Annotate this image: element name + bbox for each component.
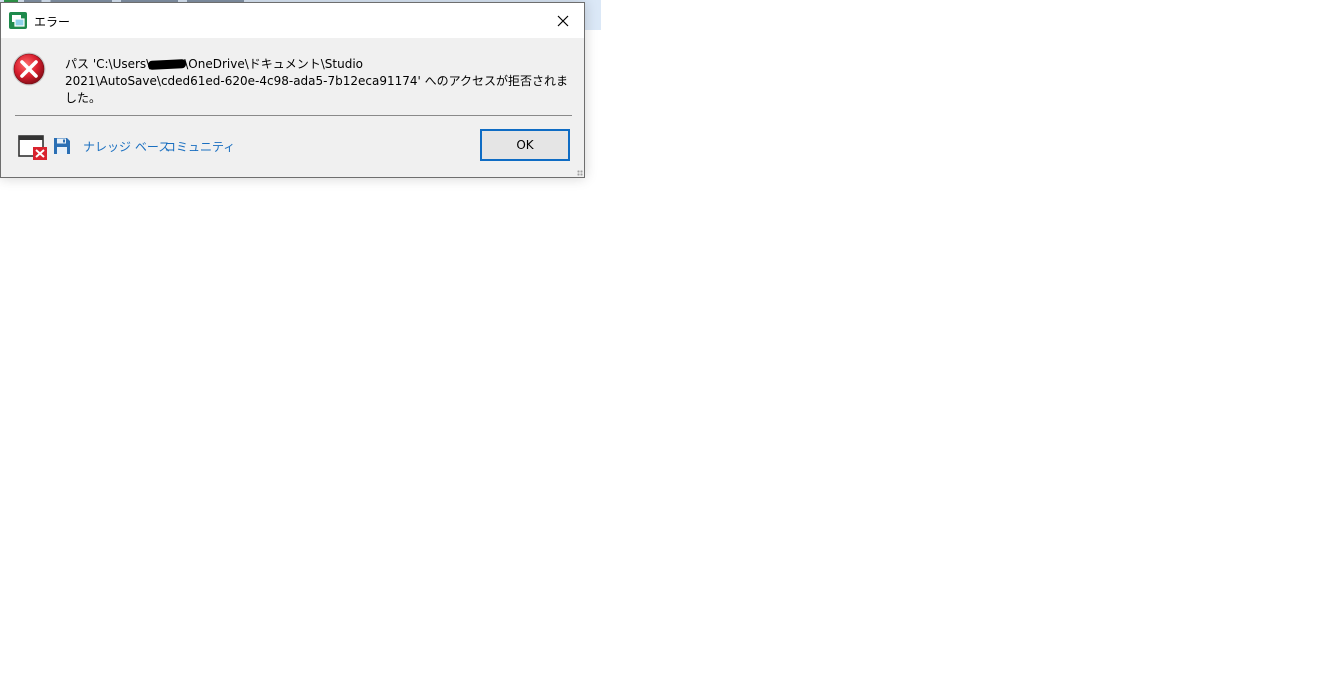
error-message: パス 'C:\Users\ \OneDrive\ドキュメント\Studio 202…: [65, 56, 575, 107]
window-close-icon[interactable]: [18, 134, 48, 161]
community-link[interactable]: コミュニティ: [164, 138, 235, 155]
dialog-title: エラー: [34, 15, 71, 29]
close-button[interactable]: [542, 3, 584, 38]
error-icon: [12, 52, 46, 86]
redacted-username: [148, 59, 187, 70]
ok-button[interactable]: OK: [480, 129, 570, 161]
title-bar[interactable]: エラー: [1, 3, 584, 38]
knowledge-base-link[interactable]: ナレッジ ベース: [83, 138, 170, 155]
message-part1: パス 'C:\Users\: [65, 57, 151, 71]
resize-grip[interactable]: [577, 170, 583, 176]
separator: [15, 115, 572, 116]
save-icon[interactable]: [53, 137, 71, 155]
close-icon: [557, 15, 569, 26]
app-icon: [9, 12, 27, 29]
error-dialog: エラー パス 'C:\Users\ \OneDrive\ドキュメント\Studio…: [0, 2, 585, 178]
